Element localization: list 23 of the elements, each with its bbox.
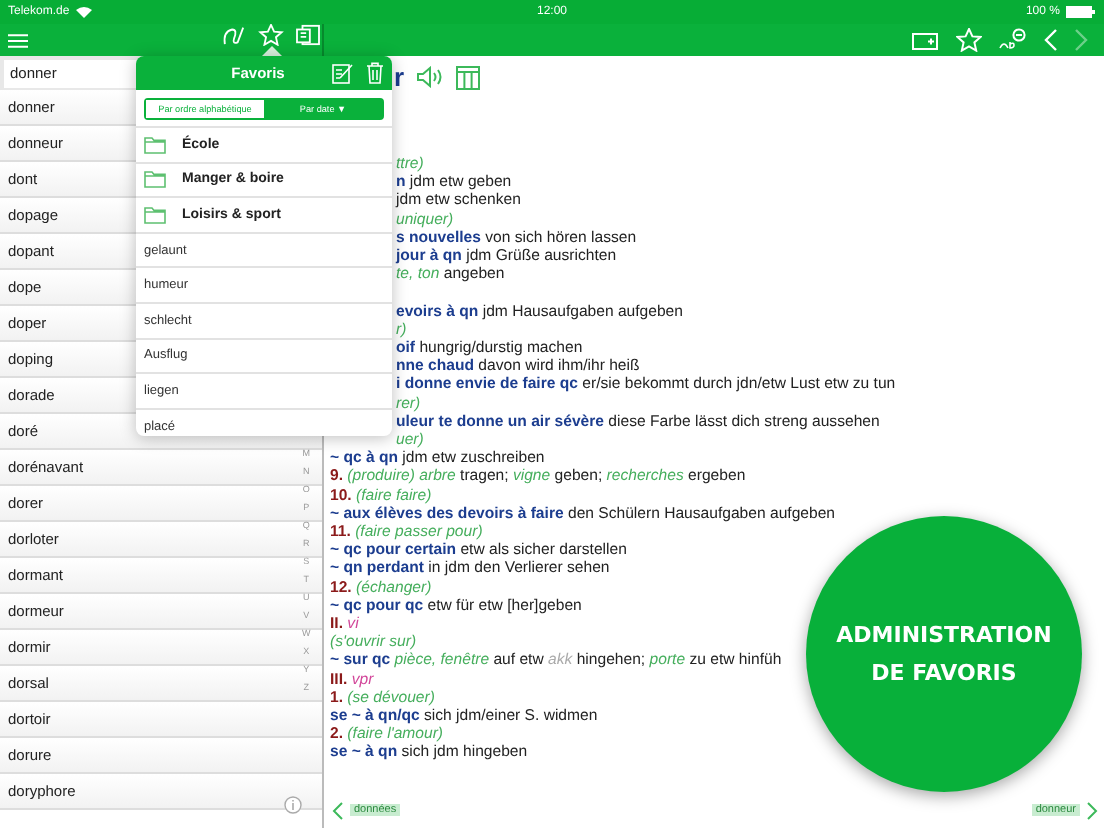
folder-icon xyxy=(144,170,166,189)
back-icon[interactable] xyxy=(1042,28,1058,52)
edit-icon[interactable] xyxy=(332,62,354,84)
folder-icon xyxy=(144,135,166,154)
previous-entry-icon[interactable] xyxy=(332,801,344,819)
handwriting-icon[interactable] xyxy=(220,24,248,46)
menu-icon[interactable] xyxy=(8,31,28,49)
badge-text: ADMINISTRATION DE FAVORIS xyxy=(834,620,1054,690)
next-entry-icon[interactable] xyxy=(1086,801,1098,819)
flashcards-icon[interactable] xyxy=(294,24,322,46)
folder-icon xyxy=(144,205,166,224)
selection-pointer xyxy=(261,46,281,56)
text-remove-icon[interactable] xyxy=(998,28,1026,52)
info-icon[interactable] xyxy=(284,796,302,814)
star-icon[interactable] xyxy=(956,28,982,52)
trash-icon[interactable] xyxy=(366,62,384,84)
add-card-icon[interactable] xyxy=(912,28,940,52)
star-icon[interactable] xyxy=(258,24,284,46)
table-icon[interactable] xyxy=(456,65,481,89)
wifi-icon xyxy=(75,6,92,18)
headword: r xyxy=(394,62,405,92)
battery-icon xyxy=(1065,6,1096,18)
speaker-icon[interactable] xyxy=(416,66,445,88)
